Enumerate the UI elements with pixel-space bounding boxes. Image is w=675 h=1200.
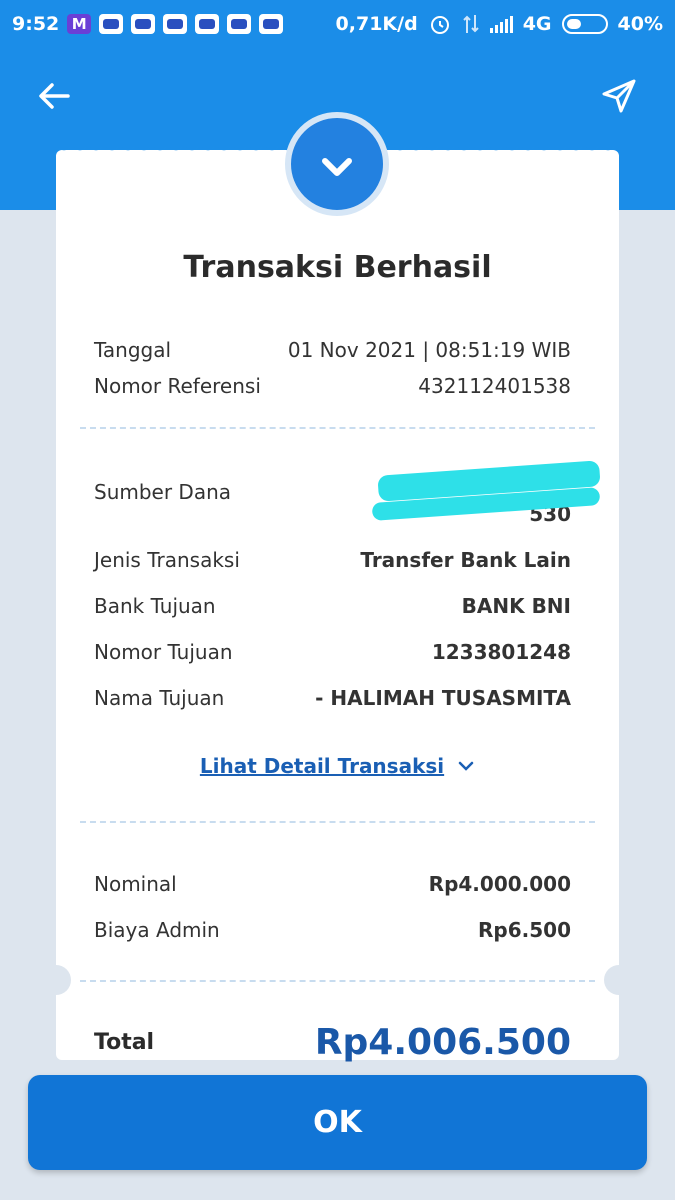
- nama-tujuan-value: - HALIMAH TUSASMITA: [315, 686, 571, 710]
- chevron-down-icon[interactable]: [457, 759, 475, 773]
- referensi-row: Nomor Referensi 432112401538: [94, 374, 571, 398]
- network-speed: 0,71K/d: [335, 13, 418, 35]
- app-icon: [131, 14, 156, 34]
- app-icon: [259, 14, 284, 34]
- nomor-tujuan-value: 1233801248: [431, 640, 571, 664]
- alarm-icon: [430, 16, 449, 34]
- detail-link-label[interactable]: Lihat Detail Transaksi: [200, 754, 444, 778]
- jenis-transaksi-label: Jenis Transaksi: [94, 548, 240, 572]
- biaya-admin-label: Biaya Admin: [94, 918, 220, 942]
- app-icon: [227, 14, 252, 34]
- referensi-label: Nomor Referensi: [94, 374, 261, 398]
- jenis-transaksi-value: Transfer Bank Lain: [360, 548, 571, 572]
- app-icon: [99, 14, 124, 34]
- ok-button-label: OK: [313, 1105, 362, 1140]
- receipt-card: Transaksi Berhasil Tanggal 01 Nov 2021 |…: [41, 112, 634, 1063]
- tanggal-row: Tanggal 01 Nov 2021 | 08:51:19 WIB: [94, 338, 571, 362]
- battery-icon: [561, 14, 608, 34]
- check-chevron-icon: [322, 158, 352, 176]
- signal-icon: [489, 15, 513, 33]
- bank-tujuan-label: Bank Tujuan: [94, 594, 216, 618]
- total-value: Rp4.006.500: [314, 1022, 571, 1063]
- battery-percent: 40%: [617, 13, 663, 35]
- total-label: Total: [94, 1030, 155, 1055]
- nomor-tujuan-label: Nomor Tujuan: [94, 640, 233, 664]
- biaya-admin-value: Rp6.500: [478, 918, 571, 942]
- gmail-icon: M: [67, 14, 92, 34]
- divider: [80, 427, 595, 429]
- network-type: 4G: [522, 13, 552, 35]
- bank-tujuan-value: BANK BNI: [461, 594, 571, 618]
- nominal-row: Nominal Rp4.000.000: [94, 872, 571, 896]
- nama-tujuan-row: Nama Tujuan - HALIMAH TUSASMITA: [94, 686, 571, 710]
- bank-tujuan-row: Bank Tujuan BANK BNI: [94, 594, 571, 618]
- tanggal-label: Tanggal: [94, 338, 172, 362]
- arrow-left-icon[interactable]: [34, 76, 74, 116]
- nominal-value: Rp4.000.000: [428, 872, 571, 896]
- referensi-value: 432112401538: [418, 374, 571, 398]
- app-icon: [163, 14, 188, 34]
- status-badge: [285, 112, 389, 216]
- nomor-tujuan-row: Nomor Tujuan 1233801248: [94, 640, 571, 664]
- divider: [80, 980, 595, 982]
- status-bar: 9:52 M 0,71K/d 4G 40%: [0, 0, 675, 48]
- receipt-notch: [604, 965, 634, 995]
- sumber-dana-label: Sumber Dana: [94, 480, 232, 504]
- divider: [80, 821, 595, 823]
- receipt-notch: [41, 965, 71, 995]
- biaya-admin-row: Biaya Admin Rp6.500: [94, 918, 571, 942]
- nominal-label: Nominal: [94, 872, 177, 896]
- jenis-transaksi-row: Jenis Transaksi Transfer Bank Lain: [94, 548, 571, 572]
- tanggal-value: 01 Nov 2021 | 08:51:19 WIB: [287, 338, 571, 362]
- nama-tujuan-label: Nama Tujuan: [94, 686, 225, 710]
- app-icon: [195, 14, 220, 34]
- send-icon[interactable]: [599, 76, 639, 116]
- detail-link[interactable]: Lihat Detail Transaksi: [56, 754, 619, 778]
- total-row: Total Rp4.006.500: [94, 1022, 571, 1063]
- status-time: 9:52: [12, 13, 60, 35]
- ok-button[interactable]: OK: [28, 1075, 647, 1170]
- page-title: Transaksi Berhasil: [183, 250, 492, 285]
- data-transfer-icon: [462, 15, 479, 33]
